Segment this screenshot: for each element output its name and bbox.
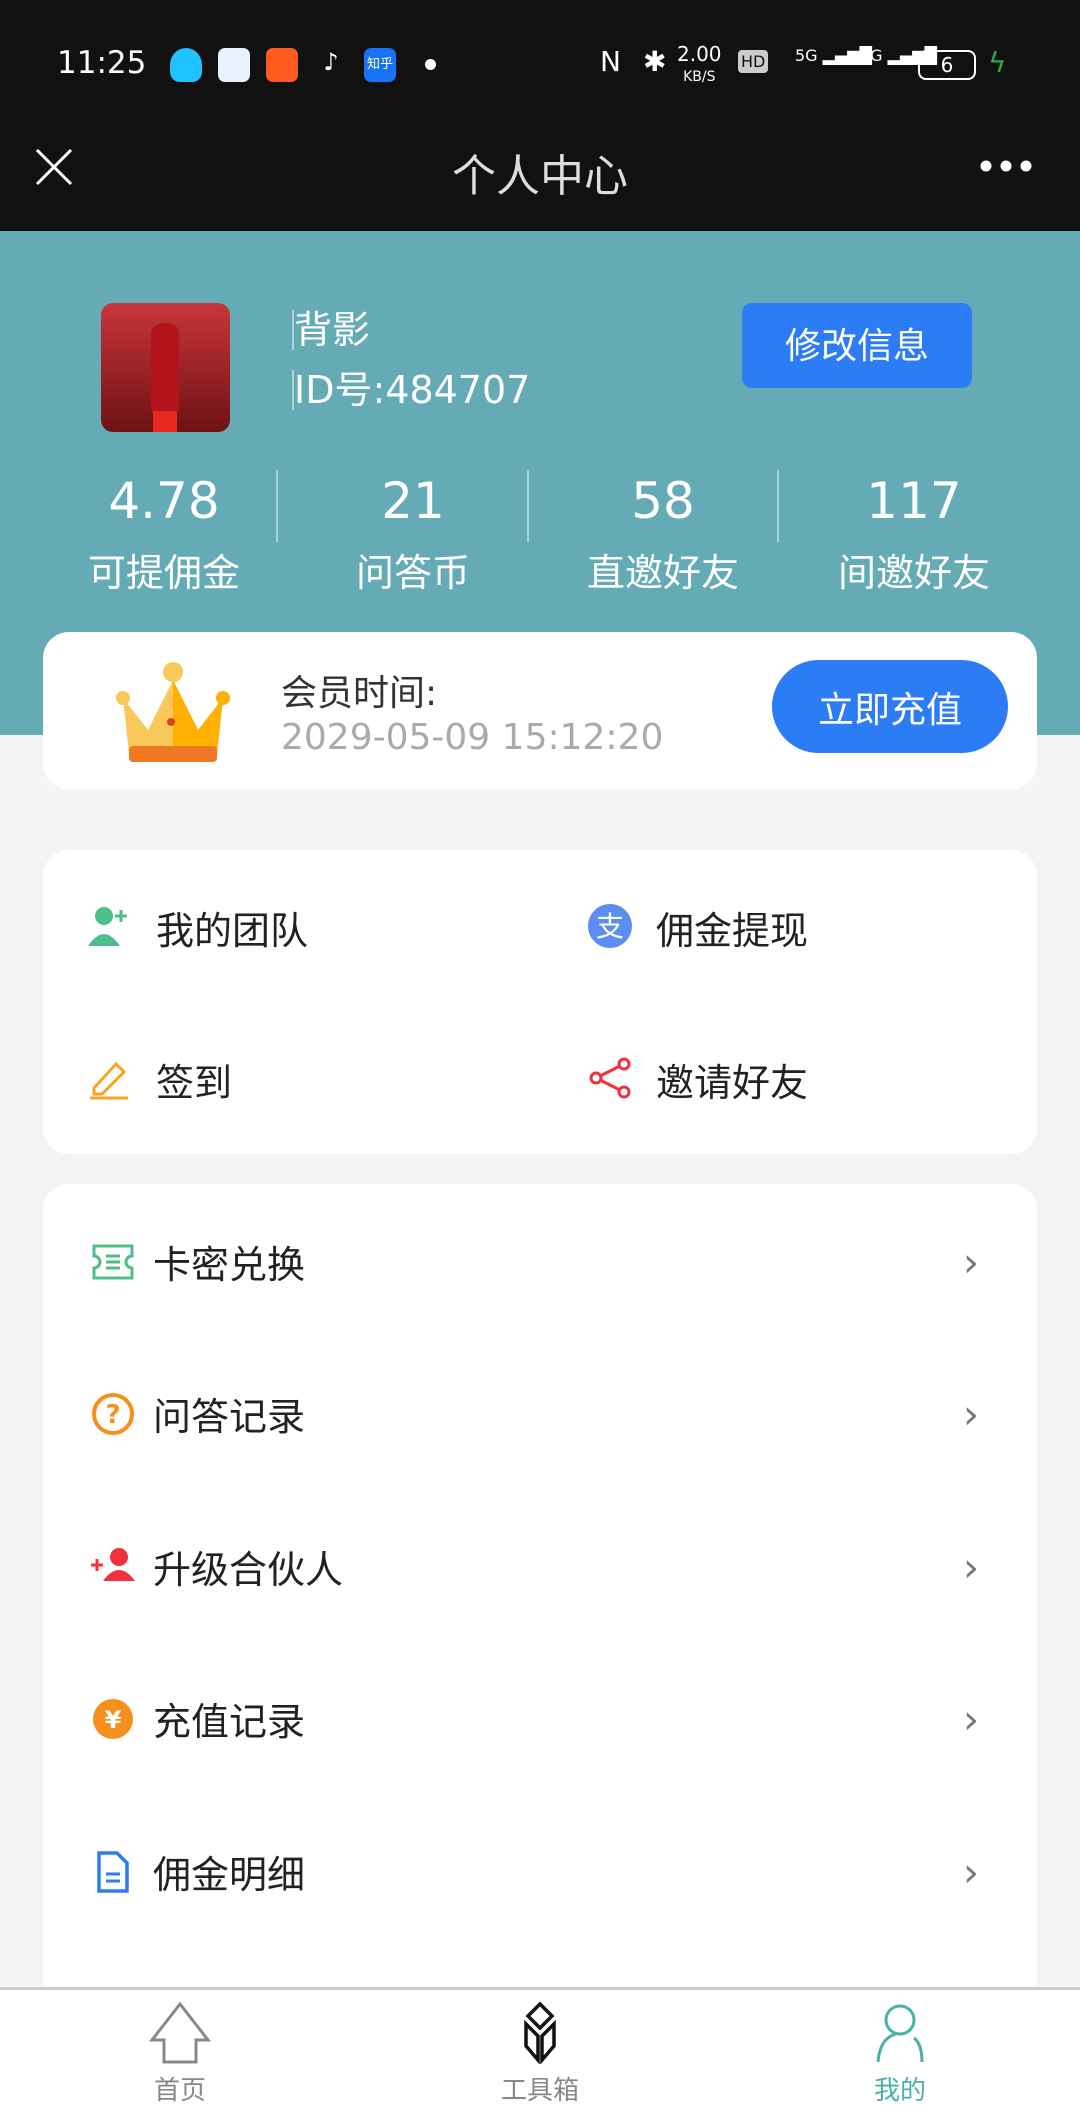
list-label: 卡密兑换 [153, 1243, 306, 1287]
network-type: 5G [795, 46, 818, 65]
nav-label: 我的 [873, 2076, 926, 2106]
list-label: 充值记录 [153, 1700, 306, 1744]
membership-expiry: 2029-05-09 15:12:20 [281, 717, 664, 758]
user-plus-icon [91, 1548, 135, 1581]
network-type: 5G [860, 46, 883, 65]
nav-home[interactable]: 首页 [80, 2000, 280, 2107]
net-speed: 2.00 KB/S [677, 44, 722, 87]
bluetooth-icon: ✱ [643, 45, 667, 78]
question-icon: ? [92, 1393, 134, 1435]
share-icon [589, 1057, 631, 1099]
stat-coins[interactable]: 21 问答币 [288, 470, 538, 597]
edit-info-button[interactable]: 修改信息 [742, 303, 972, 388]
list-label: 问答记录 [153, 1395, 306, 1439]
pencil-icon [90, 1061, 128, 1100]
charging-icon: ϟ [988, 46, 1007, 79]
bottom-nav: 首页 工具箱 我的 [0, 1987, 1080, 2120]
zhihu-icon: 知乎 [364, 48, 396, 82]
list-label: 升级合伙人 [153, 1548, 344, 1592]
chevron-right-icon: › [963, 1545, 979, 1591]
recharge-button[interactable]: 立即充值 [772, 660, 1008, 753]
avatar[interactable] [101, 303, 230, 432]
stat-label: 可提佣金 [87, 551, 240, 595]
stat-label: 问答币 [355, 551, 470, 595]
stat-direct-invites[interactable]: 58 直邀好友 [538, 470, 788, 597]
nav-mine[interactable]: 我的 [800, 2000, 1000, 2107]
user-add-icon [88, 907, 127, 946]
nav-label: 工具箱 [500, 2076, 579, 2106]
svg-text:¥: ¥ [105, 1706, 122, 1734]
net-speed-unit: KB/S [683, 69, 716, 85]
divider [276, 470, 278, 542]
stat-indirect-invites[interactable]: 117 间邀好友 [789, 470, 1039, 597]
battery-level: 6 [940, 53, 954, 77]
qq-icon [170, 48, 202, 82]
notification-dot-icon [425, 59, 436, 70]
chevron-right-icon: › [963, 1392, 979, 1438]
stat-label: 间邀好友 [837, 551, 990, 595]
toolbox-icon [524, 2001, 556, 2064]
tiktok-icon: ♪ [315, 48, 347, 82]
list-item-qa-records[interactable]: ? 问答记录 › [43, 1336, 1037, 1488]
divider [777, 470, 779, 542]
page-title: 个人中心 [452, 151, 628, 202]
stat-value: 58 [631, 472, 695, 530]
list-item-card-redeem[interactable]: 卡密兑换 › [43, 1184, 1037, 1336]
chevron-right-icon: › [963, 1240, 979, 1286]
net-speed-value: 2.00 [677, 42, 722, 66]
grid-label: 我的团队 [156, 909, 309, 953]
nfc-icon: N [600, 45, 621, 78]
user-icon [876, 2004, 924, 2063]
chevron-right-icon: › [963, 1850, 979, 1896]
nav-toolbox[interactable]: 工具箱 [440, 2000, 640, 2107]
stat-value: 117 [866, 472, 962, 530]
ticket-icon [92, 1244, 134, 1280]
svg-text:?: ? [105, 1400, 120, 1430]
user-id: ID号:484707 [292, 368, 531, 412]
kuaishou-icon [266, 48, 298, 82]
crown-icon [116, 662, 230, 762]
membership-label: 会员时间: [281, 673, 438, 714]
svg-text:支: 支 [596, 910, 624, 943]
grid-label: 签到 [156, 1061, 233, 1105]
user-name: 背影 [292, 308, 371, 352]
chevron-right-icon: › [963, 1697, 979, 1743]
list-item-commission-detail[interactable]: 佣金明细 › [43, 1794, 1037, 1946]
battery-icon: 6 [918, 50, 976, 80]
hd-icon: HD [738, 50, 769, 73]
stat-value: 21 [381, 472, 445, 530]
stat-commission[interactable]: 4.78 可提佣金 [39, 470, 289, 597]
quick-actions-card: 我的团队 支 佣金提现 签到 邀请好友 [43, 850, 1037, 1154]
status-bar: 11:25 ♪ 知乎 N ✱ 2.00 KB/S HD 5G ▂▄▆█ 5G ▂▄… [0, 0, 1080, 231]
stat-value: 4.78 [108, 472, 220, 530]
more-icon[interactable] [980, 158, 1032, 174]
home-icon [148, 2001, 212, 2064]
stat-label: 直邀好友 [586, 551, 739, 595]
list-item-upgrade-partner[interactable]: 升级合伙人 › [43, 1489, 1037, 1641]
list-label: 佣金明细 [153, 1853, 306, 1897]
browser-icon [218, 48, 250, 82]
yuan-icon: ¥ [93, 1699, 133, 1739]
document-icon [97, 1851, 129, 1893]
divider [527, 470, 529, 542]
grid-label: 佣金提现 [656, 909, 809, 953]
grid-label: 邀请好友 [656, 1061, 809, 1105]
nav-label: 首页 [153, 2076, 206, 2106]
clock: 11:25 [57, 45, 147, 81]
list-item-recharge-records[interactable]: ¥ 充值记录 › [43, 1641, 1037, 1793]
alipay-icon: 支 [588, 904, 632, 948]
